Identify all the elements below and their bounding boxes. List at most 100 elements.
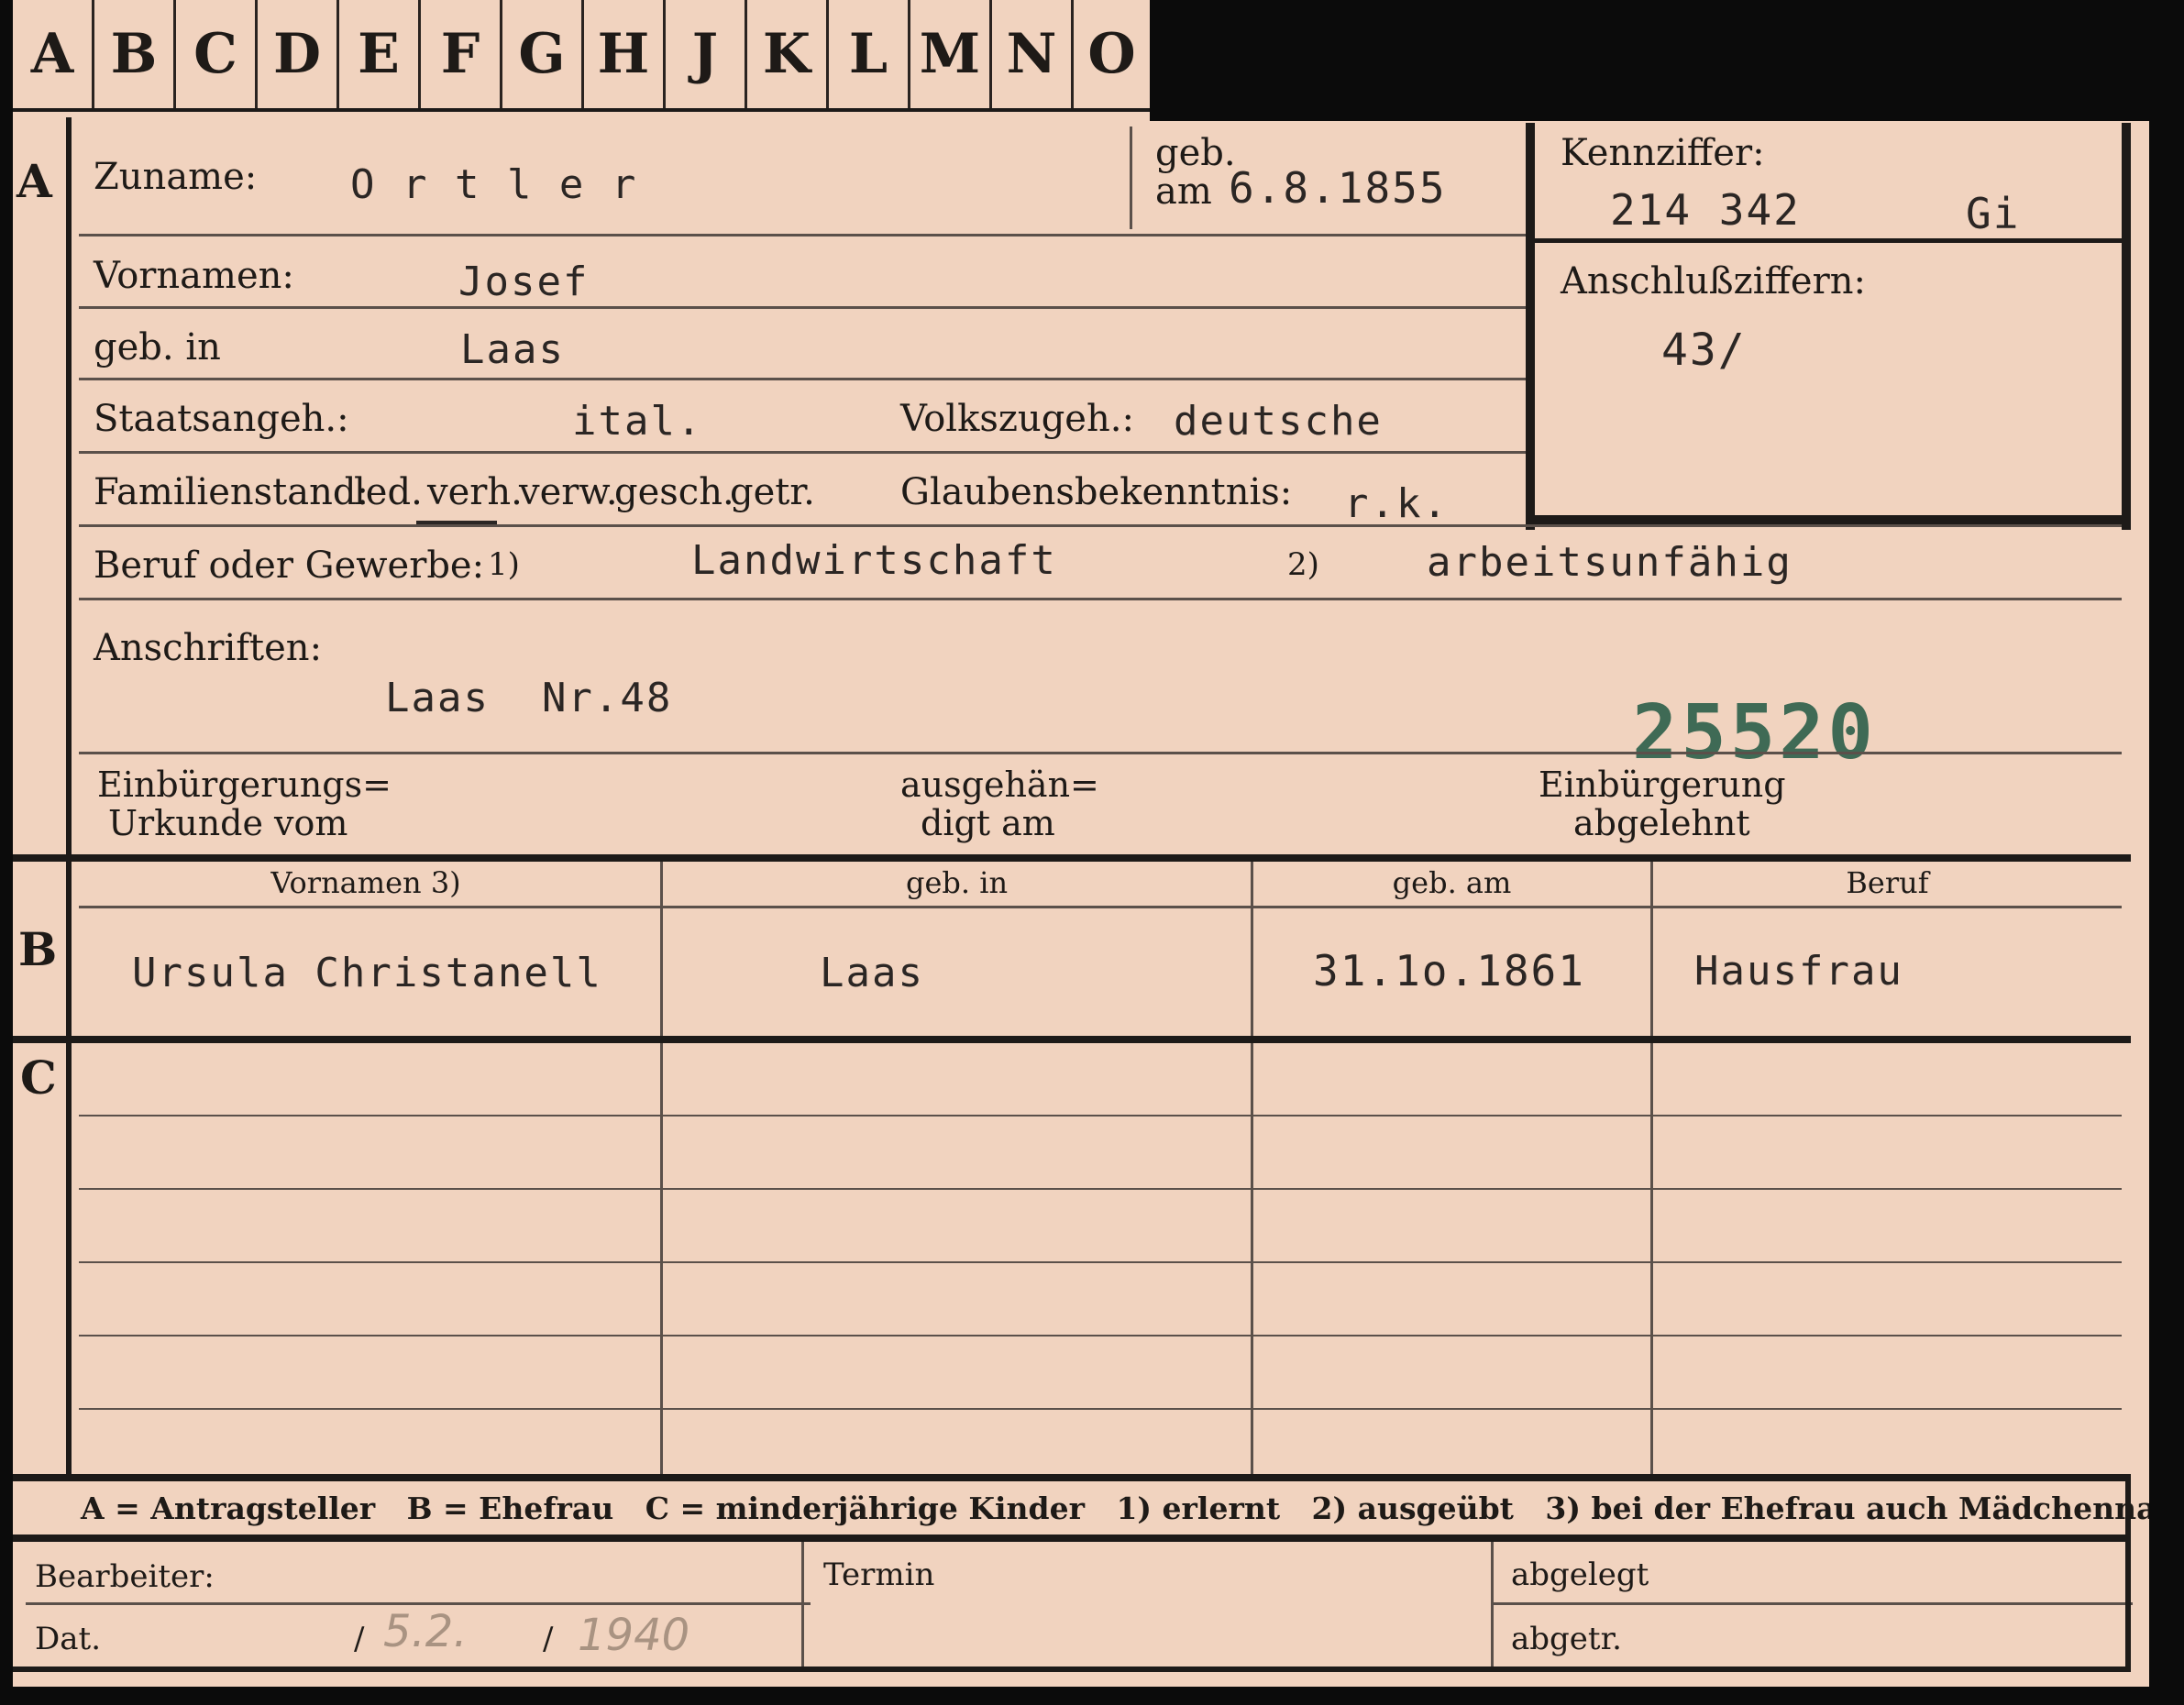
marital-option-led: led. [354, 471, 423, 513]
col-header: geb. am [1392, 865, 1512, 900]
citizenship-label: Staatsangeh.: [94, 398, 349, 440]
footer-line [26, 1602, 811, 1605]
row-line [79, 752, 2122, 754]
follow-value: 43/ [1661, 324, 1747, 376]
row-line [79, 306, 1526, 309]
id-suffix: Gi [1966, 189, 2021, 238]
id-label: Kennziffer: [1561, 132, 1765, 174]
first-names-value: Josef [458, 258, 590, 305]
address-value: Laas Nr.48 [385, 675, 673, 721]
row-line [79, 451, 1526, 454]
tab-letter[interactable]: K [747, 0, 829, 108]
marital-label: Familienstand: [94, 471, 369, 513]
religion-value: r.k. [1344, 480, 1449, 527]
footer-divider [1491, 1542, 1494, 1670]
legend-bottom-rule [13, 1534, 2131, 1542]
marital-option-getr: getr. [730, 471, 815, 513]
date-value: 5.2. [383, 1606, 468, 1657]
row-line [79, 1115, 2122, 1116]
divider [1130, 126, 1132, 229]
marital-option-gesch: gesch. [614, 471, 734, 513]
footer-divider [801, 1542, 804, 1670]
section-letter-c: C [20, 1050, 57, 1105]
tab-letter[interactable]: F [421, 0, 502, 108]
spouse-birthplace-value: Laas [820, 950, 924, 996]
stamp-number: 25520 [1632, 689, 1877, 776]
occupation-mark-2: 2) [1287, 546, 1319, 583]
surname-value: O r t l e r [350, 161, 638, 208]
section-letter-b: B [18, 922, 58, 976]
tab-letter[interactable]: B [94, 0, 176, 108]
ethnicity-value: deutsche [1174, 398, 1383, 445]
row-line [79, 1261, 2122, 1263]
header-underline [79, 906, 2122, 908]
occupation-mark-1: 1) [488, 546, 520, 583]
id-box-right [2122, 123, 2131, 530]
alphabet-tab-strip: A B C D E F G H J K L M N O [13, 0, 1150, 112]
rejected-label: Einbürgerung [1539, 764, 1786, 805]
date-year-value: 1940 [578, 1610, 690, 1661]
born-on-label: am [1155, 170, 1212, 213]
col-header: Vornamen 3) [270, 865, 461, 900]
section-b-top-rule [13, 854, 2131, 862]
naturalization-certificate-label: Einbürgerungs= [97, 764, 392, 805]
col-header: Beruf [1846, 865, 1929, 900]
occupation-label: Beruf oder Gewerbe: [94, 544, 485, 587]
address-label: Anschriften: [94, 627, 323, 669]
tab-letter[interactable]: E [339, 0, 421, 108]
deadline-label: Termin [823, 1556, 935, 1593]
surname-label: Zuname: [94, 156, 258, 198]
tab-letter[interactable]: A [13, 0, 94, 108]
birth-date-value: 6.8.1855 [1229, 163, 1447, 213]
tab-letter[interactable]: C [176, 0, 258, 108]
tab-letter[interactable]: M [910, 0, 992, 108]
id-box-left [1526, 123, 1535, 530]
row-line [79, 378, 1526, 380]
footer-right-rule [2125, 1474, 2131, 1670]
separated-label: abgetr. [1511, 1621, 1622, 1657]
tab-letter[interactable]: L [829, 0, 910, 108]
spouse-first-names-value: Ursula Christanell [132, 950, 602, 996]
citizenship-value: ital. [572, 398, 703, 445]
dark-strip [1150, 0, 2149, 121]
spouse-occupation-value: Hausfrau [1694, 948, 1903, 995]
footer-line [1491, 1602, 2133, 1605]
section-c-top-rule [13, 1036, 2131, 1043]
marital-option-verh: verh. [427, 471, 523, 513]
tab-letter[interactable]: O [1074, 0, 1150, 108]
left-rule [66, 117, 72, 1474]
tab-letter[interactable]: D [258, 0, 339, 108]
marital-option-verw: verw. [519, 471, 618, 513]
occupation-practiced-value: arbeitsunfähig [1427, 539, 1792, 586]
rejected-label: abgelehnt [1573, 803, 1750, 843]
follow-label: Anschlußziffern: [1561, 260, 1866, 302]
col-header: geb. in [905, 865, 1009, 900]
tab-letter[interactable]: J [666, 0, 747, 108]
row-line [79, 1335, 2122, 1336]
date-slash: / [543, 1621, 554, 1657]
tab-letter[interactable]: N [992, 0, 1074, 108]
row-line [79, 524, 2122, 527]
id-value: 214 342 [1610, 185, 1801, 235]
spouse-birth-date-value: 31.1o.1861 [1313, 946, 1585, 996]
religion-label: Glaubensbekenntnis: [900, 471, 1293, 513]
filed-label: abgelegt [1511, 1556, 1649, 1593]
row-line [79, 1188, 2122, 1190]
occupation-learned-value: Landwirtschaft [691, 537, 1057, 584]
row-line [79, 234, 1526, 236]
birthplace-value: Laas [460, 326, 565, 373]
processor-label: Bearbeiter: [35, 1558, 215, 1595]
handed-out-label: ausgehän= [900, 764, 1099, 805]
first-names-label: Vornamen: [94, 255, 294, 297]
ethnicity-label: Volkszugeh.: [900, 398, 1134, 440]
row-line [79, 1408, 2122, 1410]
section-letter-a: A [17, 154, 52, 208]
registration-card: A B C D E F G H J K L M N O A B C Zuname… [13, 0, 2149, 1687]
date-label: Dat. [35, 1621, 102, 1657]
birthplace-label: geb. in [94, 326, 221, 368]
tab-letter[interactable]: G [502, 0, 584, 108]
date-slash: / [354, 1621, 365, 1657]
naturalization-certificate-label: Urkunde vom [108, 803, 348, 843]
tab-letter[interactable]: H [584, 0, 666, 108]
id-box-mid [1535, 238, 2122, 243]
